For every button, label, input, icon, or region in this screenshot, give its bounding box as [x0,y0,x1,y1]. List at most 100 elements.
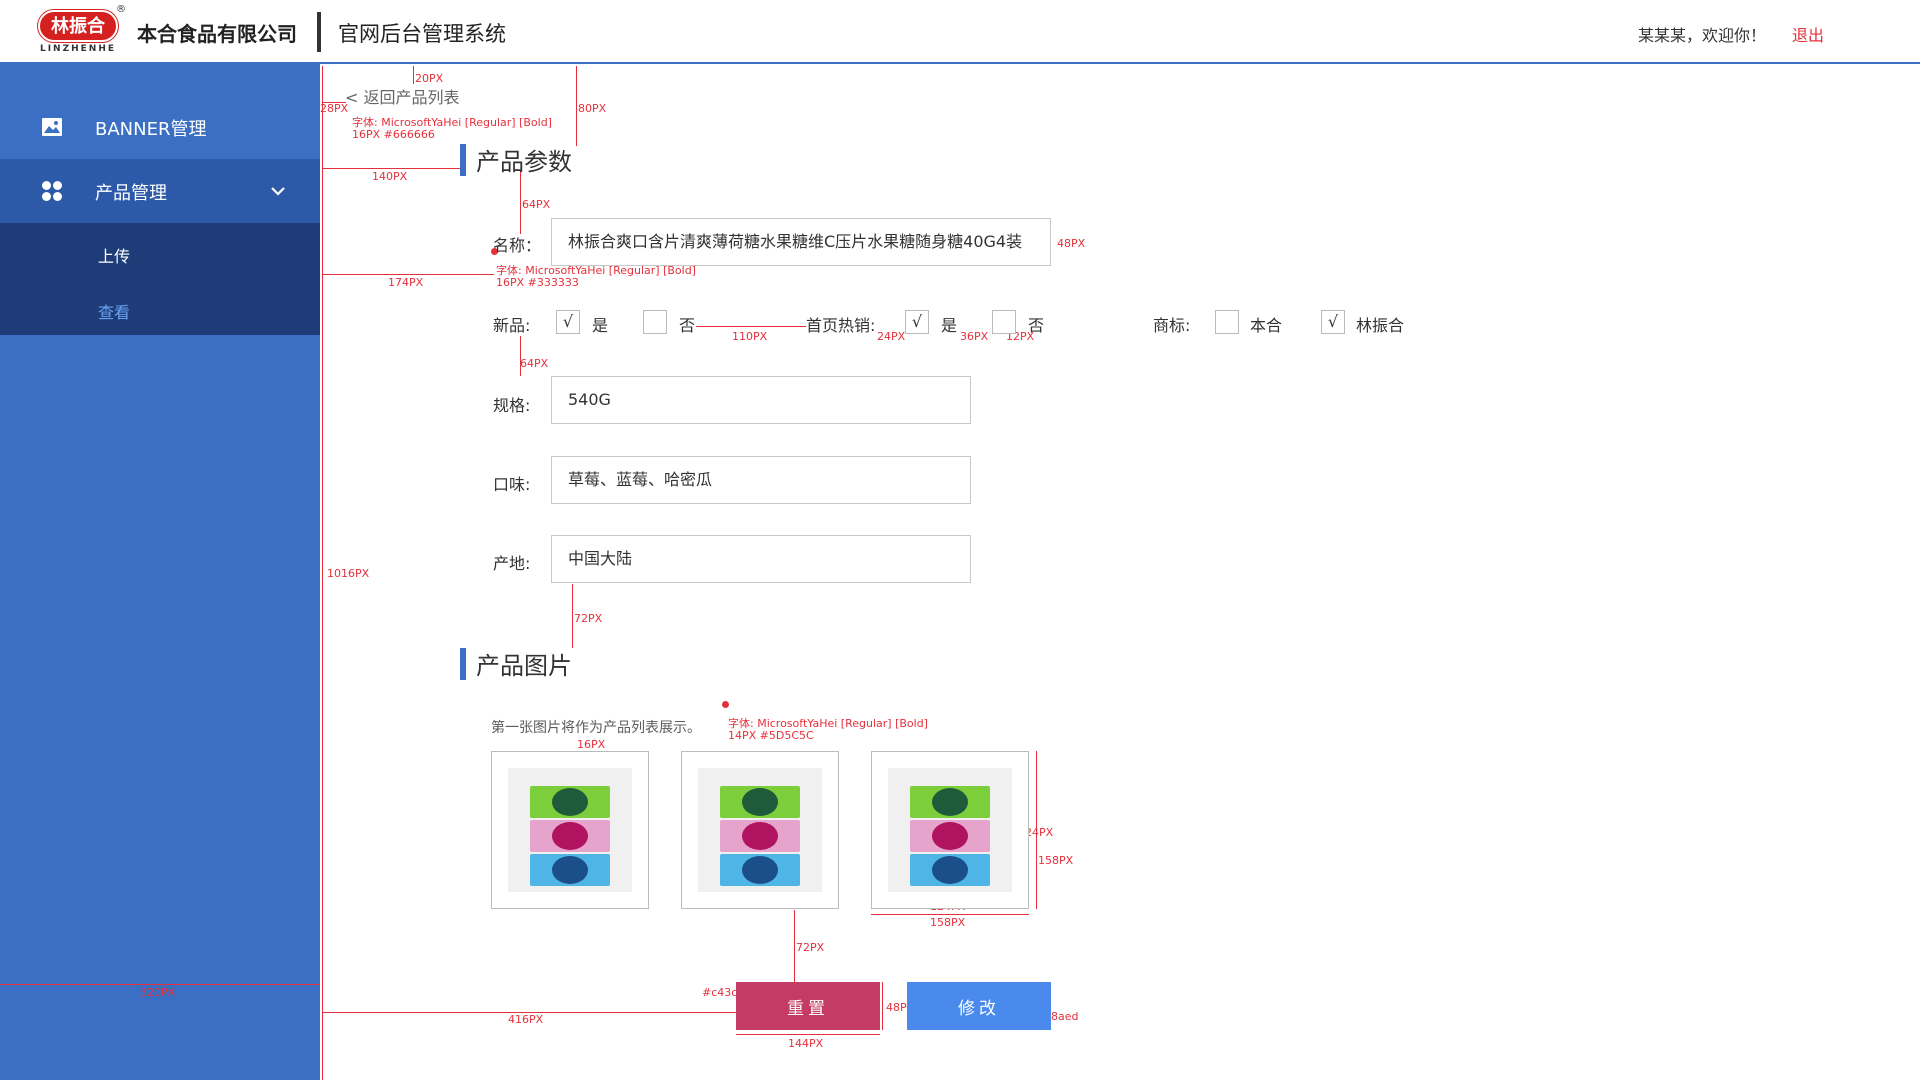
hot-yes-label: 是 [941,316,958,335]
logout-link[interactable]: 退出 [1792,22,1824,46]
annotation-font-hint-size: 14PX #5D5C5C [728,729,814,742]
edit-button[interactable]: 修改 [907,982,1051,1030]
product-image-1[interactable] [491,751,649,909]
guide-line [322,274,494,275]
annotation-72b: 72PX [796,941,825,954]
product-photo [508,768,632,892]
product-image-3[interactable] [871,751,1029,909]
system-title: 官网后台管理系统 [338,22,506,46]
annotation-158v: 158PX [1038,854,1074,867]
sidebar-item-label: BANNER管理 [95,119,207,140]
origin-label: 产地: [493,554,531,573]
annotation-174: 174PX [388,276,424,289]
image-icon [42,118,62,136]
product-box-green [530,786,610,818]
product-box-blue [720,854,800,886]
guide-line [413,66,414,84]
product-box-blue [910,854,990,886]
brand-label: 商标: [1153,316,1191,335]
spec-input[interactable]: 540G [551,376,971,424]
name-input[interactable]: 林振合爽口含片清爽薄荷糖水果糖维C压片水果糖随身糖40G4装 [551,218,1051,266]
guide-line [871,914,1029,915]
name-label: 名称： [493,236,542,255]
guide-line [696,326,806,327]
annotation-320: 320PX [140,986,176,999]
origin-input[interactable]: 中国大陆 [551,535,971,583]
product-box-green [910,786,990,818]
submenu-item-upload[interactable]: 上传 [98,243,130,267]
product-photo [888,768,1012,892]
guide-line [520,336,521,376]
guide-line [794,910,795,982]
hot-no-label: 否 [1028,316,1045,335]
annotation-80: 80PX [578,102,607,115]
flavor-input[interactable]: 草莓、蓝莓、哈密瓜 [551,456,971,504]
company-name: 本合食品有限公司 [137,22,297,46]
submenu-item-view[interactable]: 查看 [98,299,130,323]
hot-yes-checkbox[interactable]: √ [905,310,929,334]
product-box-blue [530,854,610,886]
annotation-1016: 1016PX [327,567,370,580]
annotation-28: 28PX [320,102,349,115]
header-divider [317,12,321,52]
annotation-72a: 72PX [574,612,603,625]
guide-line [736,1034,880,1035]
product-box-green [720,786,800,818]
top-header: 林振合 ® LINZHENHE 本合食品有限公司 官网后台管理系统 某某某，欢迎… [0,0,1920,64]
spec-label: 规格: [493,396,531,415]
reset-button[interactable]: 重置 [736,982,880,1030]
section-accent-bar [460,648,466,680]
sidebar-item-label: 产品管理 [95,183,167,204]
annotation-font-back-size: 16PX #666666 [352,128,435,141]
welcome-text: 某某某，欢迎你！ [1638,26,1767,45]
sidebar-item-banner[interactable]: BANNER管理 [0,95,320,159]
section-title-text: 产品参数 [476,148,572,176]
new-yes-label: 是 [592,316,609,335]
annotation-158h: 158PX [930,916,966,929]
section-title-params: 产品参数 [460,142,572,177]
annotation-dot [722,701,729,708]
registered-mark: ® [116,4,126,15]
annotation-144: 144PX [788,1037,824,1050]
guide-line [882,982,883,1030]
product-image-2[interactable] [681,751,839,909]
chevron-down-icon [271,187,285,196]
product-box-pink [910,820,990,852]
annotation-48a: 48PX [1057,237,1086,250]
new-no-label: 否 [679,316,696,335]
product-box-pink [530,820,610,852]
guide-line [576,66,577,146]
logo-badge: 林振合 [38,10,118,42]
guide-line [0,984,320,985]
brand-a-checkbox[interactable] [1215,310,1239,334]
annotation-416: 416PX [508,1013,544,1026]
guide-line [520,170,521,234]
sidebar-item-product[interactable]: 产品管理 [0,159,320,223]
product-submenu: 上传 查看 [0,223,320,335]
annotation-110: 110PX [732,330,768,343]
annotation-16: 16PX [577,738,606,751]
guide-line [572,584,573,648]
grid-icon [42,181,62,201]
new-no-checkbox[interactable] [643,310,667,334]
logo-subtitle: LINZHENHE [39,44,117,54]
guide-line [322,168,460,169]
hot-label: 首页热销: [806,316,876,335]
guide-line [1036,751,1037,909]
annotation-36: 36PX [960,330,989,343]
section-accent-bar [460,144,466,176]
annotation-24: 24PX [877,330,906,343]
new-yes-checkbox[interactable]: √ [556,310,580,334]
annotation-140: 140PX [372,170,408,183]
product-box-pink [720,820,800,852]
back-to-list-link[interactable]: < 返回产品列表 [345,84,460,108]
company-logo: 林振合 ® LINZHENHE [38,4,126,56]
section-title-text: 产品图片 [476,652,572,680]
brand-b-checkbox[interactable]: √ [1321,310,1345,334]
brand-a-label: 本合 [1250,316,1283,335]
section-title-images: 产品图片 [460,646,572,681]
hot-no-checkbox[interactable] [992,310,1016,334]
annotation-64a: 64PX [522,198,551,211]
annotation-font-label-size: 16PX #333333 [496,276,579,289]
new-label: 新品: [493,316,531,335]
